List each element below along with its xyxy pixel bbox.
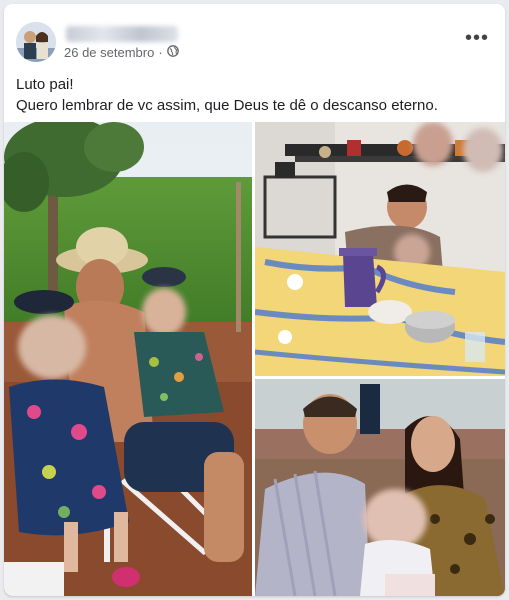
- globe-icon[interactable]: [166, 45, 179, 60]
- post-meta: 26 de setembro ·: [64, 45, 179, 60]
- post-text: Luto pai! Quero lembrar de vc assim, que…: [16, 74, 496, 116]
- more-options-icon[interactable]: •••: [463, 28, 491, 48]
- photo-left[interactable]: [4, 122, 252, 596]
- author-avatar[interactable]: [16, 22, 56, 62]
- meta-separator: ·: [158, 45, 163, 60]
- post-text-line: Luto pai!: [16, 76, 74, 93]
- post-date[interactable]: 26 de setembro: [64, 45, 154, 60]
- photo-top-right[interactable]: [255, 122, 505, 376]
- photo-bottom-right[interactable]: [255, 379, 505, 596]
- author-name-redacted[interactable]: [66, 26, 178, 42]
- facebook-post-card: 26 de setembro · ••• Luto pai! Quero lem…: [4, 4, 505, 596]
- post-text-line: Quero lembrar de vc assim, que Deus te d…: [16, 97, 438, 114]
